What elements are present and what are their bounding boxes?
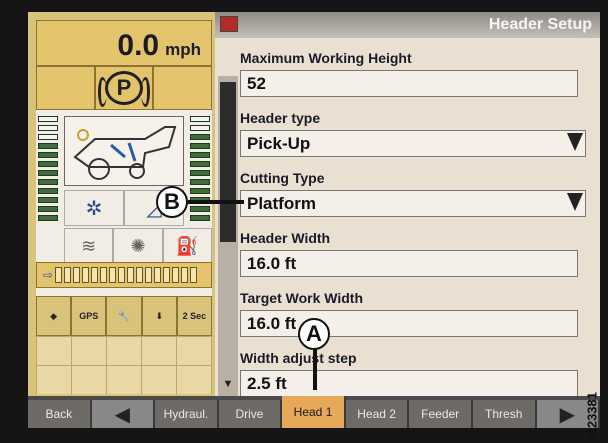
header-width-field[interactable]: 16.0 ft <box>240 250 578 277</box>
header-width-label: Header Width <box>240 230 331 246</box>
width-adjust-step-field[interactable]: 2.5 ft <box>240 370 578 397</box>
cutting-type-label: Cutting Type <box>240 170 325 186</box>
menu-icon[interactable] <box>220 16 238 32</box>
map-icon[interactable]: ◆ <box>36 296 72 336</box>
max-working-height-field[interactable]: 52 <box>240 70 578 97</box>
scroll-left-icon[interactable]: ◀ <box>91 400 156 428</box>
max-working-height-label: Maximum Working Height <box>240 50 412 66</box>
arrow-down-icon[interactable]: ⬇ <box>141 296 177 336</box>
callout-b: B <box>156 186 188 218</box>
header-type-select[interactable]: Pick-Up <box>240 130 586 157</box>
target-work-width-field[interactable]: 16.0 ft <box>240 310 578 337</box>
width-adjust-step-label: Width adjust step <box>240 350 357 366</box>
fan-icon: ✲ <box>64 190 124 226</box>
combine-diagram <box>64 116 184 186</box>
scroll-down-icon[interactable]: ▼ <box>220 378 236 392</box>
header-type-label: Header type <box>240 110 321 126</box>
horizontal-gauge-icon: ⇨ <box>43 268 54 282</box>
gps-label: GPS <box>79 311 99 321</box>
two-sec-icon[interactable]: 2 Sec <box>176 296 213 336</box>
wrench-icon[interactable]: 🔧 <box>106 296 142 336</box>
park-brake-cell: P <box>94 66 154 110</box>
fuel-icon: ⛽ <box>162 228 212 264</box>
dropdown-arrow-icon[interactable] <box>567 193 583 211</box>
tab-back[interactable]: Back <box>28 400 92 428</box>
tab-thresh[interactable]: Thresh <box>472 400 537 428</box>
tab-hydraul[interactable]: Hydraul. <box>155 400 219 428</box>
park-cell-right <box>153 66 213 110</box>
status-icon-row-2: ≋ ✺ ⛽ <box>64 228 212 264</box>
tab-drive[interactable]: Drive <box>218 400 283 428</box>
callout-a-leader <box>313 346 317 390</box>
cutting-type-select[interactable]: Platform <box>240 190 586 217</box>
tab-feeder[interactable]: Feeder <box>409 400 473 428</box>
horizontal-gauge: ⇨ <box>36 262 212 288</box>
figure-number: 1023381 <box>585 392 600 443</box>
target-work-width-label: Target Work Width <box>240 290 364 306</box>
tab-head-2[interactable]: Head 2 <box>345 400 410 428</box>
bottom-tab-bar: Back ◀ Hydraul. Drive Head 1 Head 2 Feed… <box>28 396 600 428</box>
park-cell-left <box>36 66 95 110</box>
left-level-gauge <box>38 116 58 221</box>
dropdown-arrow-icon[interactable] <box>567 133 583 151</box>
header-type-value: Pick-Up <box>247 134 311 153</box>
park-row: P <box>36 66 213 110</box>
right-level-gauge <box>190 116 210 221</box>
title-bar: Header Setup <box>215 12 600 38</box>
callout-b-leader <box>188 200 244 204</box>
speed-value: 0.0 <box>117 29 160 62</box>
speed-unit: mph <box>165 40 201 59</box>
two-sec-label: 2 Sec <box>182 311 207 321</box>
spreader-icon: ≋ <box>64 228 114 264</box>
park-brake-icon: P <box>98 71 150 107</box>
callout-a: A <box>298 318 330 350</box>
tab-head-1[interactable]: Head 1 <box>282 396 346 428</box>
form-scrollbar[interactable]: ▼ <box>218 76 238 396</box>
combine-icon <box>73 126 177 180</box>
grid-area <box>36 336 212 394</box>
gps-icon[interactable]: GPS <box>71 296 107 336</box>
speed-display: 0.0 mph <box>36 20 212 66</box>
park-brake-label: P <box>116 75 132 100</box>
scrollbar-thumb[interactable] <box>220 82 236 242</box>
page-title: Header Setup <box>488 16 592 33</box>
tool-row: ◆ GPS 🔧 ⬇ 2 Sec <box>36 296 213 336</box>
light-icon: ✺ <box>113 228 163 264</box>
cutting-type-value: Platform <box>247 194 316 213</box>
